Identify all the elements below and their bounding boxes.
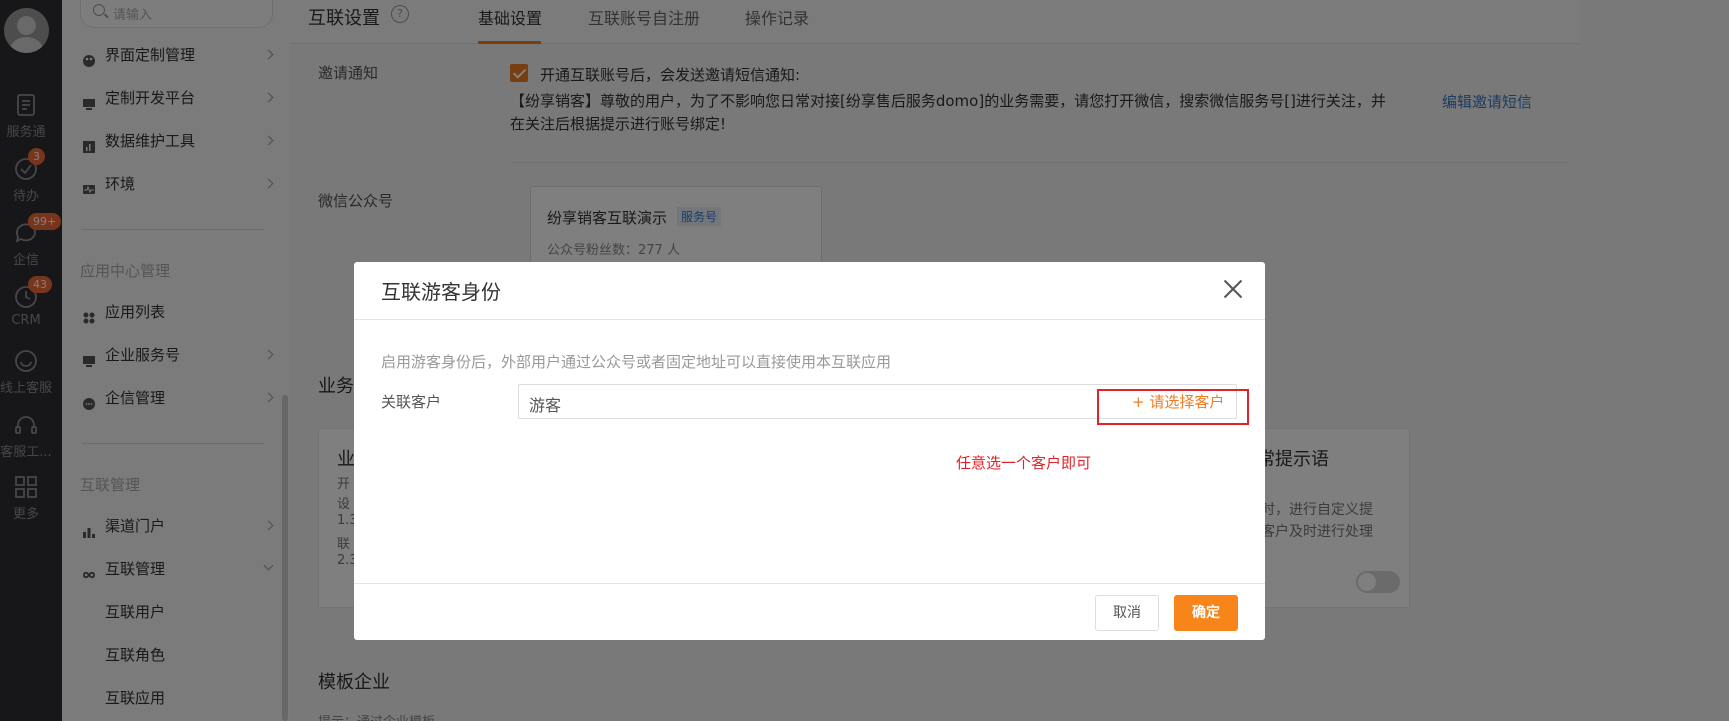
- dialog-header: 互联游客身份: [354, 262, 1265, 320]
- dialog-title: 互联游客身份: [381, 280, 501, 304]
- linked-customer-value: 游客: [529, 396, 562, 415]
- annotation-note: 任意选一个客户即可: [956, 454, 1092, 472]
- annotation-highlight-box: [1097, 389, 1249, 425]
- close-icon[interactable]: [1220, 276, 1246, 302]
- linked-customer-label: 关联客户: [381, 393, 442, 411]
- guest-identity-dialog: 互联游客身份 启用游客身份后，外部用户通过公众号或者固定地址可以直接使用本互联应…: [354, 262, 1265, 640]
- cancel-button[interactable]: 取消: [1095, 595, 1159, 631]
- confirm-button[interactable]: 确定: [1174, 595, 1238, 631]
- dialog-footer-divider: [354, 583, 1265, 584]
- dialog-hint: 启用游客身份后，外部用户通过公众号或者固定地址可以直接使用本互联应用: [381, 353, 892, 371]
